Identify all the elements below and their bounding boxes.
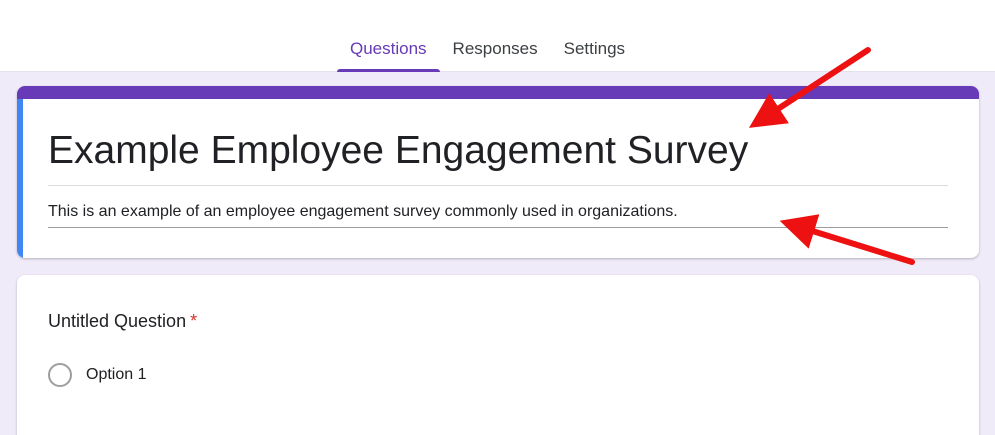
form-title-card[interactable]: Example Employee Engagement Survey This … — [17, 86, 979, 258]
description-underline — [48, 227, 948, 228]
top-navigation-bar: Questions Responses Settings — [0, 0, 995, 72]
tab-responses[interactable]: Responses — [440, 0, 551, 72]
radio-unchecked-icon[interactable] — [48, 363, 72, 387]
focus-indicator — [17, 99, 23, 258]
theme-accent-bar — [17, 86, 979, 99]
tab-settings[interactable]: Settings — [551, 0, 638, 72]
question-title[interactable]: Untitled Question * — [48, 310, 197, 332]
question-card[interactable]: Untitled Question * Option 1 — [17, 275, 979, 435]
form-tabs: Questions Responses Settings — [337, 0, 638, 72]
tab-questions[interactable]: Questions — [337, 0, 440, 72]
option-label[interactable]: Option 1 — [86, 366, 146, 384]
required-asterisk: * — [190, 311, 198, 331]
form-description-input[interactable]: This is an example of an employee engage… — [48, 202, 948, 222]
title-underline — [48, 185, 948, 186]
question-title-label: Untitled Question — [48, 311, 187, 331]
option-row[interactable]: Option 1 — [48, 363, 146, 387]
form-title-input[interactable]: Example Employee Engagement Survey — [48, 128, 948, 174]
